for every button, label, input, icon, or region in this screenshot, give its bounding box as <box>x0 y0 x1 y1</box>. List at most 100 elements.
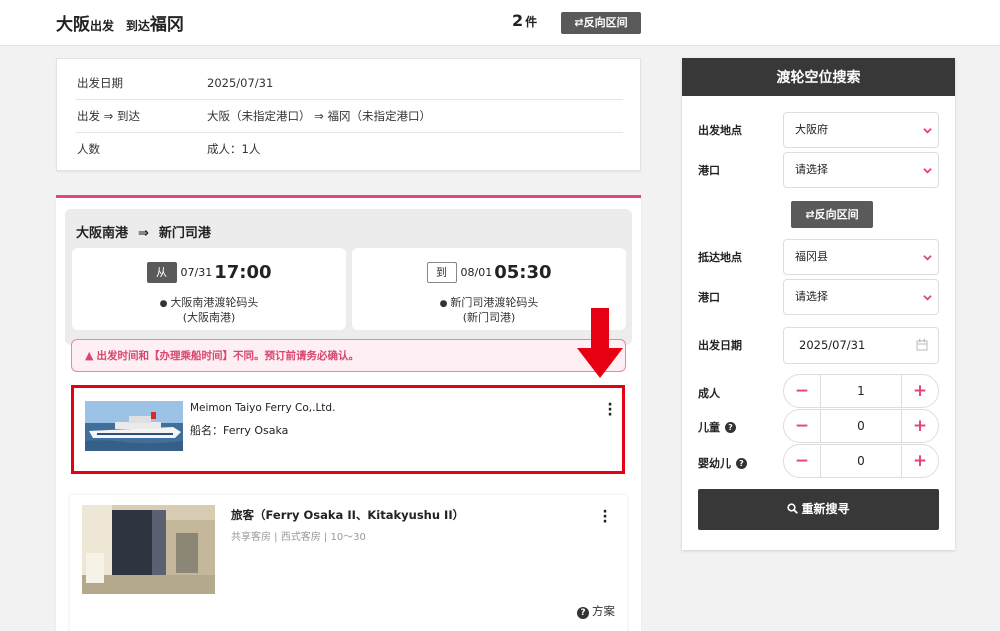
result-count: 2件 <box>512 11 537 30</box>
result-card: 大阪南港 ⇒ 新门司港 从 07/31 17:00 ● 大阪南港渡轮码头 (大阪南港) 到… <box>56 195 641 631</box>
research-label: 重新搜寻 <box>801 502 850 516</box>
departure-port-select[interactable]: 请选择 <box>783 152 939 188</box>
infants-stepper: − 0 + <box>783 444 939 478</box>
date-input[interactable]: 2025/07/31 <box>783 327 939 364</box>
location-pin-icon: ● <box>439 299 448 309</box>
location-pin-icon: ● <box>159 299 168 309</box>
departure-area-select[interactable]: 大阪府 <box>783 112 939 148</box>
search-icon <box>787 503 799 514</box>
from-city: 大阪 <box>56 15 90 35</box>
departure-time: 17:00 <box>214 262 272 283</box>
research-button[interactable]: 重新搜寻 <box>698 489 939 530</box>
adults-stepper: − 1 + <box>783 374 939 408</box>
leg-from-port: 大阪南港 <box>76 226 129 241</box>
arrival-area-value: 福冈县 <box>795 250 828 263</box>
arrival-terminal-short: (新门司港) <box>462 311 516 324</box>
departure-area-value: 大阪府 <box>795 123 828 136</box>
infants-label-text: 婴幼儿 <box>698 457 731 470</box>
reverse-route-button[interactable]: ⇄反向区间 <box>561 12 641 34</box>
arrival-tag: 到 <box>426 262 457 283</box>
panel-reverse-button[interactable]: ⇄反向区间 <box>791 201 873 228</box>
arrival-area-select[interactable]: 福冈县 <box>783 239 939 275</box>
infants-minus-button[interactable]: − <box>784 445 821 477</box>
arrival-port-value: 请选择 <box>795 290 828 303</box>
leg-title: 大阪南港 ⇒ 新门司港 <box>76 222 211 241</box>
warning-icon: ▲ <box>85 349 94 362</box>
search-panel-title: 渡轮空位搜索 <box>682 58 955 96</box>
operator-card[interactable]: Meimon Taiyo Ferry Co,.Ltd. 船名：Ferry Osa… <box>71 385 625 474</box>
help-icon[interactable]: ? <box>736 458 747 469</box>
summary-value: 2025/07/31 <box>207 76 274 90</box>
search-panel: 渡轮空位搜索 出发地点 大阪府 港口 请选择 ⇄反向区间 抵达地点 福冈县 港口… <box>682 58 955 550</box>
plan-link[interactable]: ? 方案 <box>577 603 615 619</box>
arrival-date: 08/01 <box>460 266 493 279</box>
date-value: 2025/07/31 <box>799 338 866 352</box>
children-plus-button[interactable]: + <box>901 410 938 442</box>
panel-reverse-label: 反向区间 <box>814 208 859 221</box>
route-title: 大阪出发 到达福冈 <box>56 10 184 35</box>
summary-label: 人数 <box>77 142 100 156</box>
children-label-text: 儿童 <box>698 421 720 434</box>
warning-text: 出发时间和【办理乘船时间】不同。预订前请务必确认。 <box>96 350 359 362</box>
arrival-time: 05:30 <box>494 262 552 283</box>
children-value[interactable]: 0 <box>821 410 901 442</box>
departure-area-label: 出发地点 <box>698 124 742 137</box>
help-icon[interactable]: ? <box>725 422 736 433</box>
leg-arrow: ⇒ <box>138 226 149 241</box>
departure-tag: 从 <box>146 262 177 283</box>
children-minus-button[interactable]: − <box>784 410 821 442</box>
room-title: 旅客（Ferry Osaka II、Kitakyushu II） <box>231 508 465 522</box>
reverse-route-label: 反向区间 <box>583 16 628 29</box>
departure-port-label: 港口 <box>698 164 720 177</box>
arrival-terminal-name: 新门司港渡轮码头 <box>450 296 539 309</box>
more-options-icon[interactable]: · · · <box>602 505 608 529</box>
arrival-area-label: 抵达地点 <box>698 251 742 264</box>
search-summary: 出发日期 2025/07/31 出发 ⇒ 到达 大阪（未指定港口） ⇒ 福冈（未… <box>56 58 641 171</box>
summary-label: 出发 ⇒ 到达 <box>77 109 140 123</box>
more-options-icon[interactable]: · · · <box>607 398 613 422</box>
to-prefix: 到达 <box>125 19 150 33</box>
room-card[interactable]: 旅客（Ferry Osaka II、Kitakyushu II） 共享客房 | … <box>70 495 627 631</box>
to-city: 福冈 <box>149 15 184 35</box>
result-count-number: 2 <box>512 11 524 30</box>
arrival-port-select[interactable]: 请选择 <box>783 279 939 315</box>
departure-date: 07/31 <box>180 266 213 279</box>
summary-row-route: 出发 ⇒ 到达 大阪（未指定港口） ⇒ 福冈（未指定港口） <box>75 100 623 133</box>
question-icon: ? <box>577 607 589 619</box>
ship-name-value: Ferry Osaka <box>223 424 289 437</box>
adults-value[interactable]: 1 <box>821 375 901 407</box>
swap-icon: ⇄ <box>574 16 584 29</box>
arrival-port-label: 港口 <box>698 291 720 304</box>
adults-minus-button[interactable]: − <box>784 375 821 407</box>
infants-label: 婴幼儿? <box>698 455 747 471</box>
ship-photo <box>85 401 183 451</box>
infants-value[interactable]: 0 <box>821 445 901 477</box>
operator-name: Meimon Taiyo Ferry Co,.Ltd. <box>190 402 336 414</box>
children-stepper: − 0 + <box>783 409 939 443</box>
summary-label: 出发日期 <box>77 76 123 90</box>
chevron-down-icon <box>923 295 932 301</box>
departure-box: 从 07/31 17:00 ● 大阪南港渡轮码头 (大阪南港) <box>72 248 346 330</box>
summary-value: 成人：1人 <box>207 142 261 156</box>
summary-row-passengers: 人数 成人：1人 <box>75 133 623 166</box>
adults-plus-button[interactable]: + <box>901 375 938 407</box>
voyage-leg: 大阪南港 ⇒ 新门司港 从 07/31 17:00 ● 大阪南港渡轮码头 (大阪南港) 到… <box>65 209 632 345</box>
departure-terminal-name: 大阪南港渡轮码头 <box>170 296 259 309</box>
ship-name-label: 船名： <box>190 424 223 437</box>
ship-name: 船名：Ferry Osaka <box>190 422 288 438</box>
chevron-down-icon <box>923 168 932 174</box>
infants-plus-button[interactable]: + <box>901 445 938 477</box>
chevron-down-icon <box>923 128 932 134</box>
top-bar: 大阪出发 到达福冈 2件 ⇄反向区间 <box>0 0 1000 46</box>
plan-label: 方案 <box>592 604 615 618</box>
departure-terminal-short: (大阪南港) <box>182 311 236 324</box>
summary-row-date: 出发日期 2025/07/31 <box>75 67 623 100</box>
result-count-unit: 件 <box>525 15 538 29</box>
date-label: 出发日期 <box>698 339 742 352</box>
down-arrow-icon <box>577 308 623 380</box>
summary-value: 大阪（未指定港口） ⇒ 福冈（未指定港口） <box>207 109 431 123</box>
adults-label: 成人 <box>698 387 720 400</box>
leg-to-port: 新门司港 <box>158 226 211 241</box>
departure-terminal: ● 大阪南港渡轮码头 (大阪南港) <box>72 296 346 325</box>
swap-icon: ⇄ <box>805 208 815 221</box>
